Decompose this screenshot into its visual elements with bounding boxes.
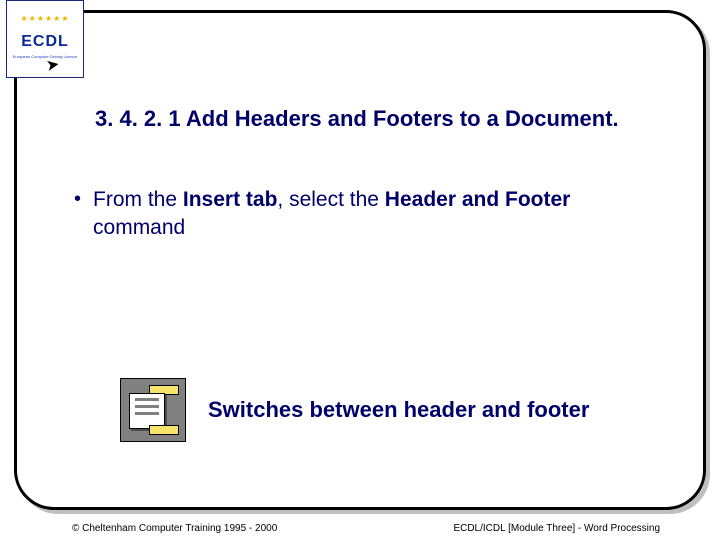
footer-copyright: © Cheltenham Computer Training 1995 - 20… bbox=[72, 523, 277, 534]
document-icon bbox=[129, 393, 165, 429]
bullet-post: command bbox=[93, 216, 185, 239]
bullet-bold-insert-tab: Insert tab bbox=[183, 188, 278, 211]
bullet-mid: , select the bbox=[277, 188, 384, 211]
stars-icon bbox=[11, 5, 79, 31]
bullet-icon: • bbox=[74, 186, 81, 243]
bullet-item: • From the Insert tab, select the Header… bbox=[74, 186, 660, 243]
slide: ECDL ➤ European Computer Driving Licence… bbox=[0, 0, 720, 540]
slide-title: 3. 4. 2. 1 Add Headers and Footers to a … bbox=[95, 106, 670, 132]
bullet-bold-header-footer: Header and Footer bbox=[385, 188, 571, 211]
logo-acronym: ECDL bbox=[11, 33, 79, 51]
switch-row: Switches between header and footer bbox=[120, 378, 589, 442]
footer-bar-icon bbox=[149, 425, 179, 435]
bullet-pre: From the bbox=[93, 188, 183, 211]
ecdl-logo: ECDL ➤ European Computer Driving Licence bbox=[6, 0, 84, 78]
cursor-icon: ➤ bbox=[44, 54, 61, 76]
footer-module: ECDL/ICDL [Module Three] - Word Processi… bbox=[453, 523, 660, 534]
switch-label: Switches between header and footer bbox=[208, 397, 589, 423]
bullet-text: From the Insert tab, select the Header a… bbox=[93, 186, 660, 243]
header-footer-switch-icon bbox=[120, 378, 186, 442]
logo-text: ECDL bbox=[11, 33, 79, 51]
